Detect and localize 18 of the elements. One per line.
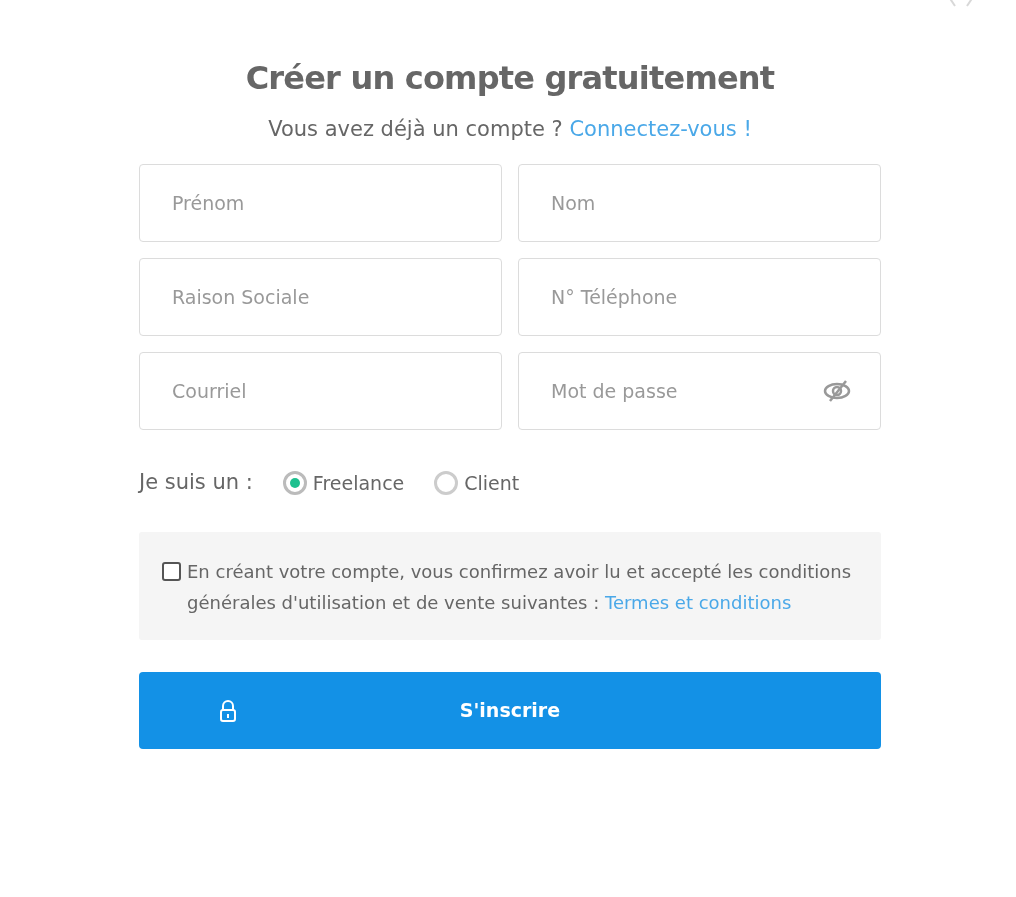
- input-field[interactable]: Nom: [518, 164, 881, 242]
- login-prompt: Vous avez déjà un compte ?: [268, 117, 563, 141]
- terms-link[interactable]: Termes et conditions: [605, 592, 792, 613]
- input-field[interactable]: Courriel: [139, 352, 502, 430]
- terms-text: En créant votre compte, vous confirmez avoir lu et accepté les conditions générales d'utilisation et de vente suivantes : Termes et conditions: [187, 560, 853, 615]
- role-radio[interactable]: Client: [434, 468, 520, 498]
- eye-slash-icon[interactable]: [822, 379, 852, 403]
- lock-icon: [219, 699, 237, 722]
- password-field[interactable]: Mot de passe: [518, 352, 881, 430]
- login-link[interactable]: Connectez-vous !: [569, 117, 752, 141]
- role-radio[interactable]: Freelance: [282, 468, 405, 498]
- terms-checkbox[interactable]: [162, 562, 181, 581]
- input-field[interactable]: Raison Sociale: [139, 258, 502, 336]
- form-title: Créer un compte gratuitement: [244, 58, 776, 99]
- role-label: Je suis un :: [139, 469, 253, 497]
- input-field[interactable]: N° Téléphone: [518, 258, 881, 336]
- input-field[interactable]: Prénom: [139, 164, 502, 242]
- signup-button[interactable]: S'inscrire: [139, 672, 881, 749]
